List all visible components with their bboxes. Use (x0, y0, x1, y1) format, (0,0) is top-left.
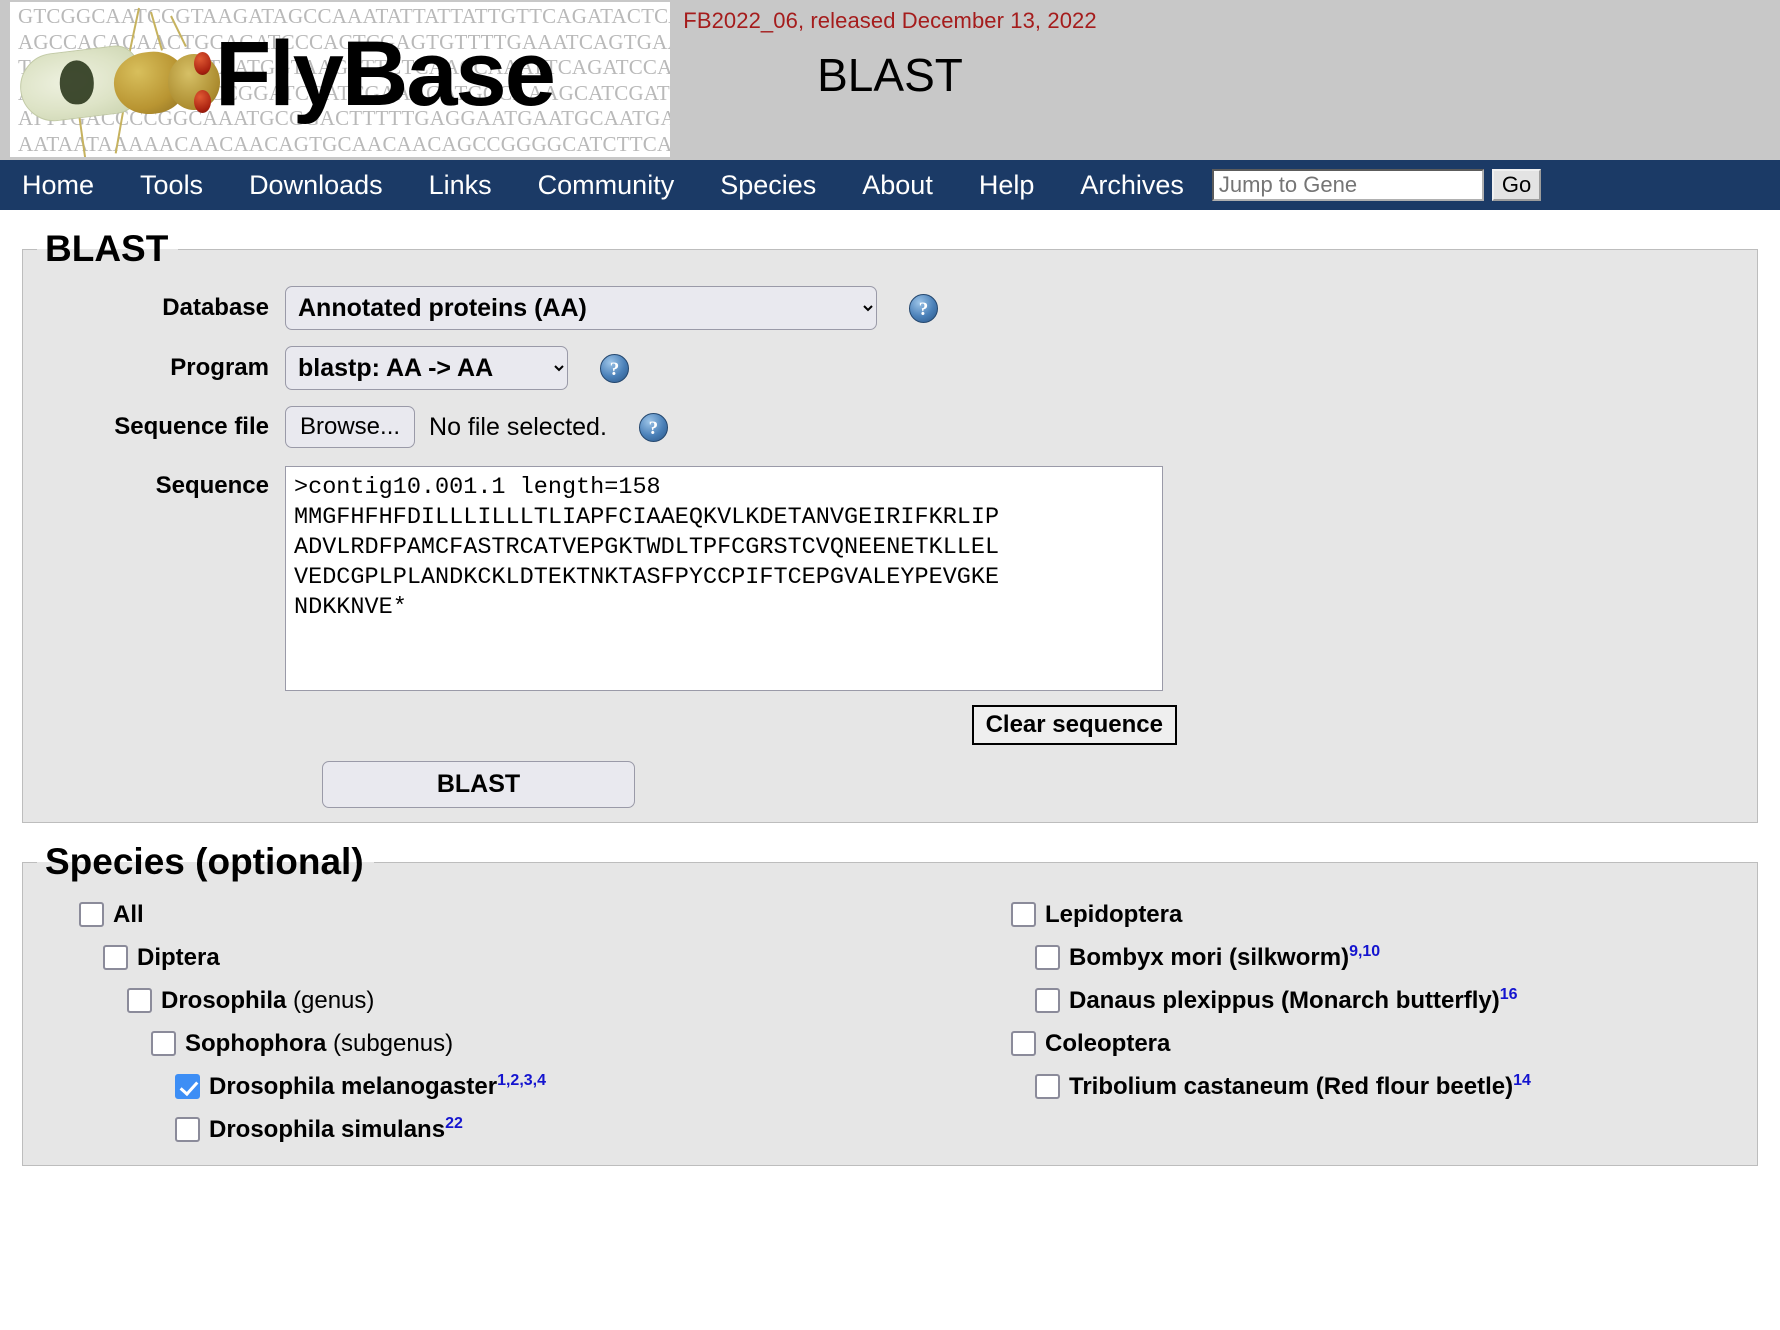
species-checkbox[interactable] (1035, 945, 1060, 970)
database-select[interactable]: Annotated proteins (AA) (285, 286, 877, 330)
nav-item-tools[interactable]: Tools (140, 170, 203, 201)
species-reference-superscript[interactable]: 16 (1500, 986, 1518, 1003)
species-panel: Species (optional) All Diptera Drosophila … (22, 841, 1758, 1166)
database-row: Database Annotated proteins (AA) ? (37, 286, 1743, 330)
nav-item-help[interactable]: Help (979, 170, 1035, 201)
go-button[interactable]: Go (1491, 169, 1542, 201)
species-reference-superscript[interactable]: 9,10 (1349, 943, 1380, 960)
species-row[interactable]: All (79, 893, 890, 936)
species-label: Drosophila simulans22 (209, 1115, 463, 1143)
species-row[interactable]: Lepidoptera (1011, 893, 1743, 936)
species-row[interactable]: Drosophila melanogaster1,2,3,4 (175, 1065, 890, 1108)
no-file-selected-text: No file selected. (429, 412, 607, 441)
program-select[interactable]: blastp: AA -> AA (285, 346, 568, 390)
species-label: Diptera (137, 943, 220, 971)
jump-to-gene-input[interactable] (1211, 169, 1484, 201)
nav-item-downloads[interactable]: Downloads (249, 170, 383, 201)
species-left-column: All Diptera Drosophila (genus) Sophophora (… (37, 893, 890, 1151)
species-label: All (113, 900, 144, 928)
species-row[interactable]: Bombyx mori (silkworm)9,10 (1035, 936, 1743, 979)
blast-form-panel: BLAST Database Annotated proteins (AA) ?… (22, 228, 1758, 823)
species-label: Drosophila (genus) (161, 986, 375, 1014)
release-version-text: FB2022_06, released December 13, 2022 (683, 8, 1097, 33)
nav-item-community[interactable]: Community (538, 170, 675, 201)
page-title: BLAST (817, 49, 963, 101)
nav-item-home[interactable]: Home (22, 170, 94, 201)
sequence-textarea[interactable]: >contig10.001.1 length=158 MMGFHFHFDILLL… (285, 466, 1163, 691)
species-label: Drosophila melanogaster1,2,3,4 (209, 1072, 547, 1100)
species-checkbox[interactable] (175, 1117, 200, 1142)
species-row[interactable]: Drosophila simulans22 (175, 1108, 890, 1151)
nav-item-links[interactable]: Links (429, 170, 492, 201)
program-row: Program blastp: AA -> AA ? (37, 346, 1743, 390)
species-checkbox[interactable] (103, 945, 128, 970)
species-right-column: Lepidoptera Bombyx mori (silkworm)9,10 Dan… (890, 893, 1743, 1151)
browse-button[interactable]: Browse... (285, 406, 416, 448)
program-help-icon[interactable]: ? (600, 353, 629, 383)
species-reference-superscript[interactable]: 14 (1513, 1072, 1531, 1089)
species-checkbox[interactable] (1035, 988, 1060, 1013)
nav-item-about[interactable]: About (862, 170, 933, 201)
page-header: GTCGGCAATCCGTAAGATAGCCAAATATTATTATTGTTCA… (0, 0, 1780, 160)
species-row[interactable]: Coleoptera (1011, 1022, 1743, 1065)
species-row[interactable]: Tribolium castaneum (Red flour beetle)14 (1035, 1065, 1743, 1108)
species-legend: Species (optional) (45, 841, 364, 882)
sequence-file-help-icon[interactable]: ? (638, 412, 668, 442)
species-row[interactable]: Diptera (103, 936, 890, 979)
clear-sequence-button[interactable]: Clear sequence (971, 705, 1177, 745)
species-checkbox[interactable] (1011, 902, 1036, 927)
blast-legend: BLAST (45, 228, 169, 269)
species-label: Coleoptera (1045, 1029, 1171, 1057)
sequence-file-row: Sequence file Browse... No file selected… (37, 406, 1743, 448)
species-reference-superscript[interactable]: 1,2,3,4 (497, 1072, 546, 1089)
species-checkbox[interactable] (175, 1074, 200, 1099)
species-label: Tribolium castaneum (Red flour beetle)14 (1069, 1072, 1531, 1100)
species-checkbox[interactable] (1035, 1074, 1060, 1099)
species-label: Bombyx mori (silkworm)9,10 (1069, 943, 1381, 971)
species-label: Sophophora (subgenus) (185, 1029, 454, 1057)
main-navigation: Home Tools Downloads Links Community Spe… (0, 160, 1780, 210)
species-label: Danaus plexippus (Monarch butterfly)16 (1069, 986, 1518, 1014)
nav-item-species[interactable]: Species (720, 170, 816, 201)
nav-item-archives[interactable]: Archives (1080, 170, 1184, 201)
clear-button-row: Clear sequence (37, 705, 1177, 745)
database-label: Database (162, 294, 269, 321)
species-row[interactable]: Sophophora (subgenus) (151, 1022, 890, 1065)
species-checkbox[interactable] (1011, 1031, 1036, 1056)
species-checkbox[interactable] (79, 902, 104, 927)
database-help-icon[interactable]: ? (909, 293, 938, 323)
program-label: Program (170, 354, 269, 381)
species-checkbox[interactable] (127, 988, 152, 1013)
species-checkbox[interactable] (151, 1031, 176, 1056)
sequence-file-label: Sequence file (114, 413, 269, 440)
blast-submit-button[interactable]: BLAST (322, 761, 635, 808)
species-row[interactable]: Danaus plexippus (Monarch butterfly)16 (1035, 979, 1743, 1022)
species-label: Lepidoptera (1045, 900, 1183, 928)
sequence-row: Sequence >contig10.001.1 length=158 MMGF… (37, 466, 1743, 691)
sequence-label: Sequence (155, 472, 269, 499)
submit-button-row: BLAST (37, 761, 1743, 808)
species-reference-superscript[interactable]: 22 (445, 1115, 463, 1132)
species-row[interactable]: Drosophila (genus) (127, 979, 890, 1022)
